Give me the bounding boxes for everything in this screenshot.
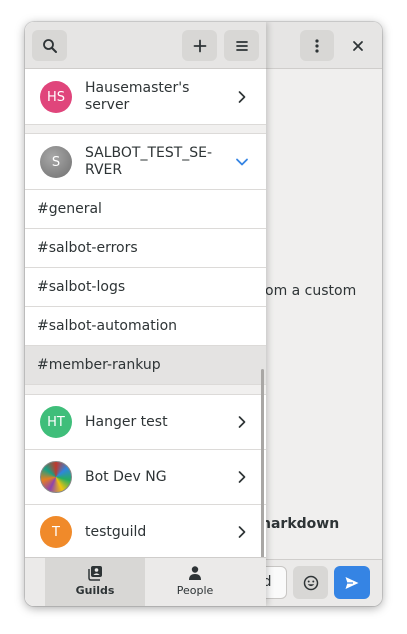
guild-avatar: HT xyxy=(40,406,72,438)
chevron-right-icon xyxy=(238,416,246,428)
guilds-tab[interactable]: Guilds xyxy=(45,558,145,606)
view-switcher: Guilds People xyxy=(25,557,266,606)
more-options-button[interactable] xyxy=(300,30,334,61)
search-icon xyxy=(42,38,57,53)
guilds-tab-label: Guilds xyxy=(75,584,115,597)
close-icon xyxy=(353,40,363,51)
guilds-icon xyxy=(88,566,102,581)
chevron-right-icon xyxy=(238,526,246,538)
guild-name: Hanger test xyxy=(85,414,168,430)
channel-item-salbot-automation[interactable]: #salbot-automation xyxy=(25,307,266,346)
guild-row-hanger-test[interactable]: HT Hanger test xyxy=(25,395,266,450)
people-tab[interactable]: People xyxy=(145,558,245,606)
guild-row-bot-dev-ng[interactable]: Bot Dev NG xyxy=(25,450,266,505)
hamburger-menu-icon xyxy=(235,40,248,51)
guild-avatar: S xyxy=(40,146,72,178)
plus-icon xyxy=(193,39,206,52)
guild-name: Hausemaster's server xyxy=(85,80,190,113)
send-button[interactable] xyxy=(334,566,370,599)
message-heading: narkdown xyxy=(261,516,340,532)
chevron-down-icon xyxy=(236,158,248,166)
channel-item-salbot-logs[interactable]: #salbot-logs xyxy=(25,268,266,307)
guild-row-hausemaster[interactable]: HS Hausemaster's server xyxy=(25,69,266,125)
message-text: om a custom xyxy=(265,283,357,299)
close-button[interactable] xyxy=(341,30,375,61)
channel-item-general[interactable]: #general xyxy=(25,190,266,229)
emoji-button[interactable] xyxy=(293,566,328,599)
channel-item-member-rankup[interactable]: #member-rankup xyxy=(25,346,266,385)
vertical-dots-icon xyxy=(315,38,319,53)
channel-item-salbot-errors[interactable]: #salbot-errors xyxy=(25,229,266,268)
guild-avatar: T xyxy=(40,516,72,548)
guild-row-testguild[interactable]: T testguild xyxy=(25,505,266,557)
guild-sidebar: HS Hausemaster's server S SALBOT_TEST_SE… xyxy=(25,22,266,606)
list-separator xyxy=(25,125,266,134)
main-menu-button[interactable] xyxy=(224,30,259,61)
guild-name: testguild xyxy=(85,524,147,540)
emoji-icon xyxy=(303,575,318,590)
guild-avatar: HS xyxy=(40,81,72,113)
guild-name: SALBOT_TEST_SE-RVER xyxy=(85,145,213,178)
people-tab-label: People xyxy=(176,584,214,597)
list-separator xyxy=(25,385,266,395)
scrollbar[interactable] xyxy=(261,369,264,557)
sidebar-header xyxy=(25,22,266,69)
guild-name: Bot Dev NG xyxy=(85,469,167,485)
add-guild-button[interactable] xyxy=(182,30,217,61)
person-icon xyxy=(189,566,201,580)
guild-row-salbot-test-server[interactable]: S SALBOT_TEST_SE-RVER xyxy=(25,134,266,190)
chevron-right-icon xyxy=(238,91,246,103)
guild-list: HS Hausemaster's server S SALBOT_TEST_SE… xyxy=(25,69,266,557)
guild-avatar-image xyxy=(40,461,72,493)
app-window: om a custom narkdown ed HS H xyxy=(25,22,382,606)
chevron-right-icon xyxy=(238,471,246,483)
search-button[interactable] xyxy=(32,30,67,61)
send-icon xyxy=(345,576,359,589)
